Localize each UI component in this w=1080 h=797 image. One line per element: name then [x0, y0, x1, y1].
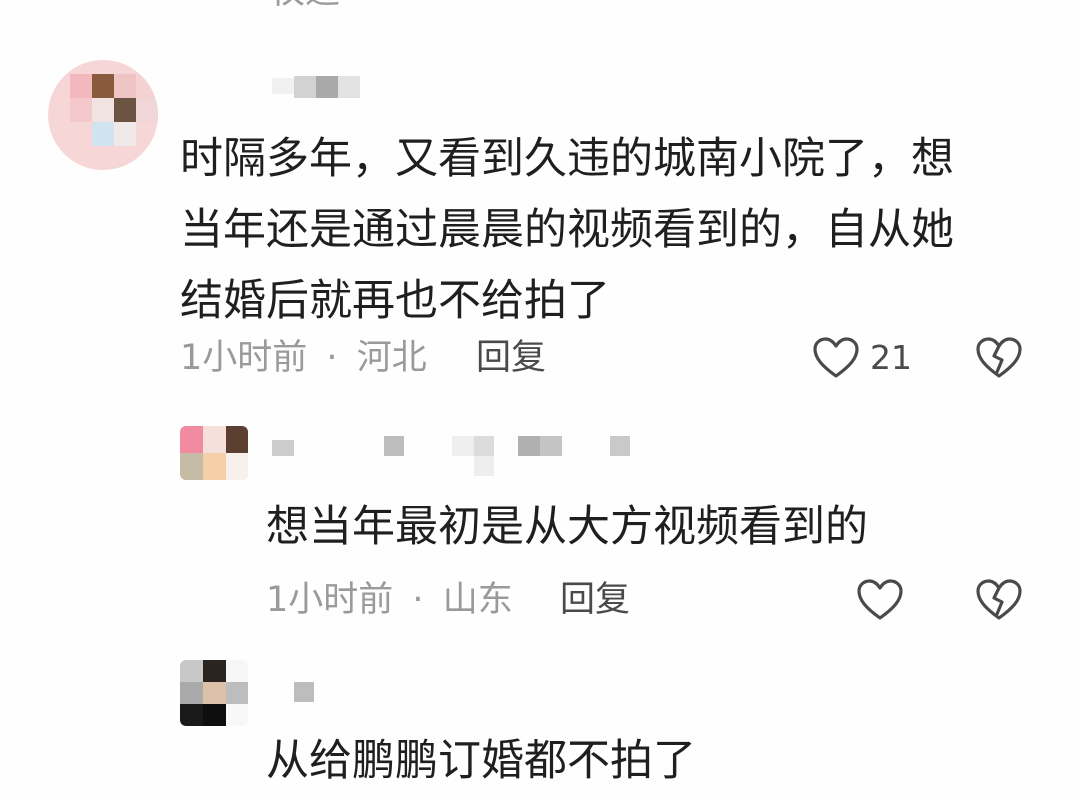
comment-3: 从给鹏鹏订婚都不拍了: [0, 640, 1080, 789]
username-pixel: [610, 436, 630, 456]
username-pixel: [272, 78, 294, 94]
avatar-pixel: [180, 660, 203, 682]
comment-text: 从给鹏鹏订婚都不拍了: [266, 736, 696, 786]
comment-meta: 1小时前 · 山东: [266, 578, 513, 622]
avatar-pixel: [226, 660, 248, 682]
avatar-pixel: [114, 98, 136, 122]
avatar-pixel: [180, 682, 203, 704]
broken-heart-icon[interactable]: [975, 336, 1023, 380]
like-count: 21: [870, 338, 912, 377]
username-pixel: [316, 76, 338, 98]
avatar-pixel: [226, 453, 248, 480]
meta-separator: ·: [326, 338, 338, 378]
avatar-pixel: [203, 704, 226, 726]
avatar[interactable]: [180, 426, 248, 480]
avatar-pixel: [180, 426, 203, 453]
avatar[interactable]: [48, 60, 158, 170]
avatar-pixel: [203, 682, 226, 704]
reply-button[interactable]: 回复: [560, 578, 630, 622]
avatar-pixel: [114, 122, 136, 146]
heart-outline-icon[interactable]: [856, 578, 904, 622]
heart-outline-icon[interactable]: [812, 336, 860, 380]
avatar-pixel: [70, 98, 92, 122]
avatar-pixel: [92, 98, 114, 122]
avatar-pixel: [92, 74, 114, 98]
avatar-pixel: [226, 704, 248, 726]
comment-text: 想当年最初是从大方视频看到的: [266, 502, 868, 552]
comment-time: 1小时前: [180, 338, 308, 378]
comment-time: 1小时前: [266, 580, 394, 620]
avatar-pixel: [203, 426, 226, 453]
avatar-pixel: [136, 98, 158, 122]
username-pixel: [474, 456, 494, 476]
username-pixel: [474, 436, 494, 456]
avatar-pixel: [92, 122, 114, 146]
avatar-pixel: [70, 74, 92, 98]
reply-button[interactable]: 回复: [476, 336, 546, 380]
avatar-pixel: [203, 453, 226, 480]
avatar-pixel: [136, 74, 158, 98]
avatar-pixel: [226, 426, 248, 453]
comment-location: 河北: [356, 338, 427, 378]
username-pixel: [518, 436, 540, 456]
avatar-pixel: [180, 704, 203, 726]
avatar-pixel: [180, 453, 203, 480]
comment-location: 山东: [442, 580, 513, 620]
comment-text: 时隔多年，又看到久违的城南小院了，想当年还是通过晨晨的视频看到的，自从她结婚后就…: [180, 134, 954, 326]
broken-heart-icon[interactable]: [975, 578, 1023, 622]
username-pixel: [452, 436, 474, 456]
comment-2: 想当年最初是从大方视频看到的 1小时前 · 山东 回复: [0, 400, 1080, 640]
meta-separator: ·: [412, 580, 424, 620]
username-pixel: [294, 682, 314, 702]
comment-meta: 1小时前 · 河北: [180, 336, 427, 380]
username-pixel: [294, 76, 316, 98]
username-pixel: [540, 436, 562, 456]
avatar[interactable]: [180, 660, 248, 726]
avatar-pixel: [203, 660, 226, 682]
username-pixel: [272, 440, 294, 456]
avatar-pixel: [226, 682, 248, 704]
comment-1: 时隔多年，又看到久违的城南小院了，想当年还是通过晨晨的视频看到的，自从她结婚后就…: [0, 0, 1080, 400]
username-pixel: [338, 76, 360, 98]
username-pixel: [384, 436, 404, 456]
avatar-pixel: [114, 74, 136, 98]
